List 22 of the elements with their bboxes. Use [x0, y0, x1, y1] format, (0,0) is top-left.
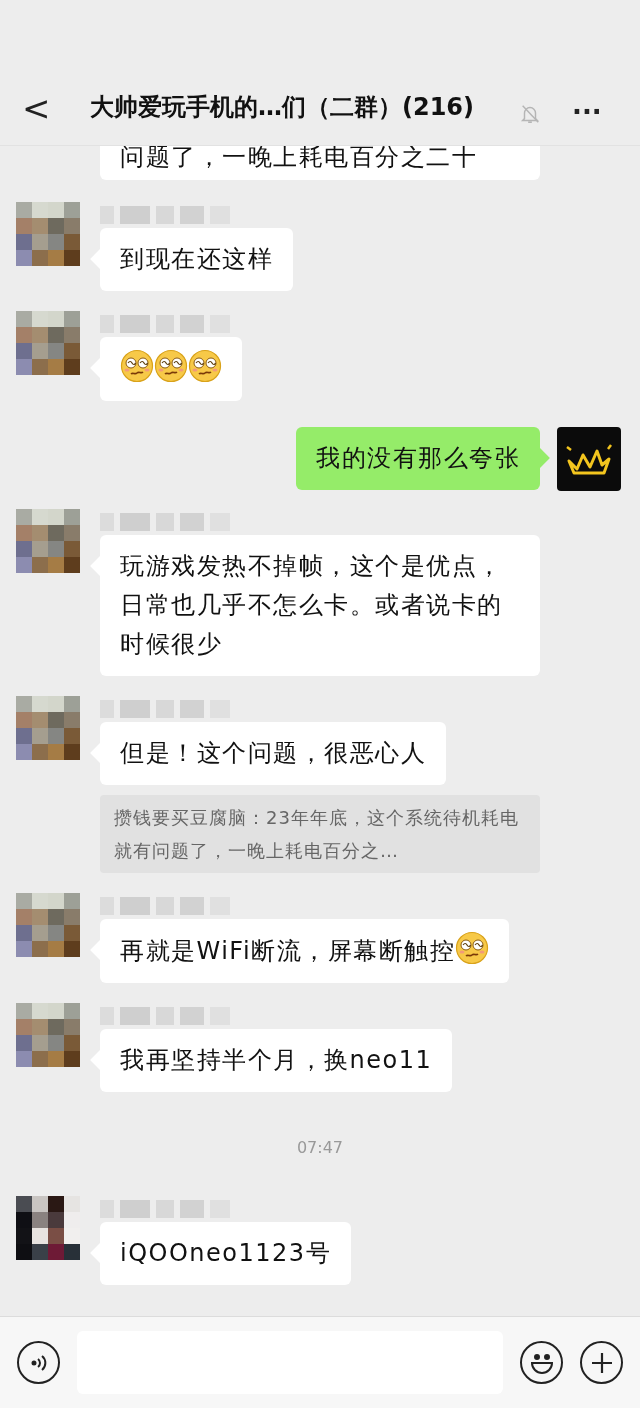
message-bubble: iQOOneo1123号	[100, 1222, 352, 1285]
message-bubble: 再就是WiFi断流，屏幕断触控	[100, 919, 510, 983]
crown-avatar-icon	[557, 427, 621, 491]
message-bubble: 我的没有那么夸张	[296, 427, 540, 490]
dizzy-face-icon	[188, 349, 222, 383]
more-button[interactable]: ···	[572, 99, 602, 125]
voice-button[interactable]	[17, 1341, 60, 1384]
message-bubble: 我再坚持半个月，换neo11	[100, 1029, 453, 1092]
add-button[interactable]	[580, 1341, 623, 1384]
message-bubble: 玩游戏发热不掉帧，这个是优点，日常也几乎不怎么卡。或者说卡的时候很少	[100, 535, 540, 676]
dizzy-face-icon	[455, 931, 490, 965]
quoted-message: 攒钱要买豆腐脑：23年年底，这个系统待机耗电就有问题了，一晚上耗电百分之…	[100, 795, 540, 873]
emoji-button[interactable]	[520, 1341, 563, 1384]
message-bubble: 到现在还这样	[100, 228, 293, 291]
dizzy-face-icon	[120, 349, 154, 383]
dizzy-face-icon	[154, 349, 188, 383]
message-bubble: 但是！这个问题，很恶心人	[100, 722, 446, 785]
timestamp: 07:47	[296, 1137, 344, 1159]
back-button[interactable]: <	[0, 91, 70, 125]
smiley-icon	[528, 1351, 555, 1374]
chat-title: 大帅爱玩手机的…们（二群）(216)	[90, 92, 476, 123]
plus-icon	[590, 1351, 613, 1374]
